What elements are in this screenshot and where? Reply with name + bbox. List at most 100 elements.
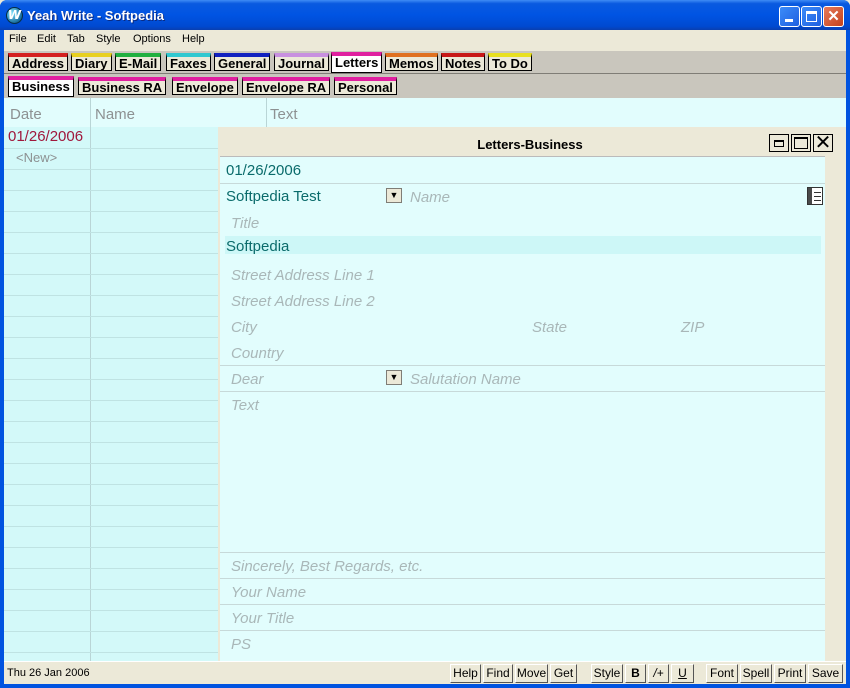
letter-close-button[interactable]: ✕ bbox=[813, 133, 833, 153]
list-row-line bbox=[4, 337, 218, 338]
find-button[interactable]: Find bbox=[483, 664, 513, 683]
client-area: File Edit Tab Style Options Help Address… bbox=[4, 30, 846, 684]
recipient-dropdown-button[interactable]: ▼ bbox=[386, 188, 402, 203]
tab-memos[interactable]: Memos bbox=[385, 53, 438, 71]
save-button[interactable]: Save bbox=[808, 664, 843, 683]
tab-business-ra[interactable]: Business RA bbox=[78, 77, 167, 95]
menu-tab[interactable]: Tab bbox=[67, 33, 85, 45]
title-field[interactable]: Title bbox=[231, 215, 259, 232]
list-row-line bbox=[4, 169, 218, 170]
letter-date-field[interactable]: 01/26/2006 bbox=[226, 162, 301, 179]
closing-field[interactable]: Sincerely, Best Regards, etc. bbox=[231, 558, 423, 575]
menu-options[interactable]: Options bbox=[133, 33, 171, 45]
column-date[interactable]: Date bbox=[10, 106, 42, 123]
tab-journal[interactable]: Journal bbox=[274, 53, 329, 71]
tab-general[interactable]: General bbox=[214, 53, 271, 71]
list-row-line bbox=[4, 505, 218, 506]
list-row-line bbox=[4, 316, 218, 317]
chevron-down-icon: ▼ bbox=[389, 190, 399, 200]
your-name-field[interactable]: Your Name bbox=[231, 584, 306, 601]
letter-title-bar: Letters-Business ✕ bbox=[220, 130, 833, 157]
title-bar[interactable]: W Yeah Write - Softpedia ✕ bbox=[0, 0, 850, 30]
tab-personal[interactable]: Personal bbox=[334, 77, 397, 95]
print-button[interactable]: Print bbox=[774, 664, 806, 683]
zip-field[interactable]: ZIP bbox=[681, 319, 704, 336]
chevron-down-icon: ▼ bbox=[389, 372, 399, 382]
minimize-button[interactable] bbox=[779, 6, 800, 27]
move-button[interactable]: Move bbox=[515, 664, 548, 683]
minimize-icon bbox=[785, 19, 793, 22]
tab-faxes[interactable]: Faxes bbox=[166, 53, 211, 71]
divider bbox=[220, 630, 825, 631]
font-button[interactable]: Font bbox=[706, 664, 738, 683]
book-line bbox=[814, 200, 821, 201]
italic-button[interactable]: /+ bbox=[648, 664, 669, 683]
book-line bbox=[814, 196, 821, 197]
menu-style[interactable]: Style bbox=[96, 33, 120, 45]
letter-minimize-button[interactable] bbox=[769, 134, 789, 152]
tab-envelope[interactable]: Envelope bbox=[172, 77, 238, 95]
maximize-button[interactable] bbox=[801, 6, 822, 27]
window-title: Yeah Write - Softpedia bbox=[27, 8, 165, 23]
your-title-field[interactable]: Your Title bbox=[231, 610, 294, 627]
body-text-field[interactable]: Text bbox=[231, 397, 259, 414]
dear-field[interactable]: Dear bbox=[231, 371, 264, 388]
book-spine bbox=[808, 188, 812, 204]
status-bar: Thu 26 Jan 2006 Help Find Move Get Style… bbox=[4, 661, 846, 684]
maximize-icon bbox=[794, 137, 808, 149]
tab-address[interactable]: Address bbox=[8, 53, 69, 71]
list-row-line bbox=[4, 484, 218, 485]
spell-button[interactable]: Spell bbox=[740, 664, 772, 683]
divider bbox=[220, 604, 825, 605]
list-item-date[interactable]: 01/26/2006 bbox=[8, 128, 83, 145]
menu-help[interactable]: Help bbox=[182, 33, 205, 45]
country-field[interactable]: Country bbox=[231, 345, 284, 362]
company-field[interactable]: Softpedia bbox=[226, 238, 289, 255]
column-divider bbox=[90, 98, 91, 127]
tab-todo[interactable]: To Do bbox=[488, 53, 532, 71]
list-row-line bbox=[4, 526, 218, 527]
list-row-line bbox=[4, 253, 218, 254]
new-item[interactable]: <New> bbox=[16, 150, 57, 165]
letter-maximize-button[interactable] bbox=[791, 134, 811, 152]
dear-dropdown-button[interactable]: ▼ bbox=[386, 370, 402, 385]
street1-field[interactable]: Street Address Line 1 bbox=[231, 267, 375, 284]
list-row-line bbox=[4, 274, 218, 275]
help-button[interactable]: Help bbox=[450, 664, 481, 683]
list-header: Date Name Text bbox=[4, 98, 846, 127]
ps-field[interactable]: PS bbox=[231, 636, 251, 653]
tab-business[interactable]: Business bbox=[8, 76, 74, 97]
category-tabs: Address Diary E-Mail Faxes General Journ… bbox=[4, 51, 846, 74]
divider bbox=[220, 391, 825, 392]
book-line bbox=[814, 192, 821, 193]
app-window: W Yeah Write - Softpedia ✕ File Edit Tab… bbox=[0, 0, 850, 688]
style-button[interactable]: Style bbox=[591, 664, 623, 683]
tab-diary[interactable]: Diary bbox=[71, 53, 112, 71]
close-button[interactable]: ✕ bbox=[823, 6, 844, 27]
tab-letters[interactable]: Letters bbox=[331, 52, 383, 73]
menu-file[interactable]: File bbox=[9, 33, 27, 45]
column-text[interactable]: Text bbox=[270, 106, 298, 123]
get-button[interactable]: Get bbox=[550, 664, 577, 683]
tab-email[interactable]: E-Mail bbox=[115, 53, 162, 71]
state-field[interactable]: State bbox=[532, 319, 567, 336]
city-field[interactable]: City bbox=[231, 319, 257, 336]
street2-field[interactable]: Street Address Line 2 bbox=[231, 293, 375, 310]
bold-button[interactable]: B bbox=[625, 664, 646, 683]
list-row-line bbox=[4, 421, 218, 422]
recipient-field[interactable]: Softpedia Test bbox=[226, 188, 321, 205]
list-row-line bbox=[4, 358, 218, 359]
tab-envelope-ra[interactable]: Envelope RA bbox=[242, 77, 331, 95]
maximize-icon bbox=[806, 11, 817, 22]
list-row-line bbox=[4, 442, 218, 443]
salutation-field[interactable]: Salutation Name bbox=[410, 371, 521, 388]
underline-button[interactable]: U bbox=[671, 664, 694, 683]
column-name[interactable]: Name bbox=[95, 106, 135, 123]
address-book-icon[interactable] bbox=[807, 187, 823, 205]
list-row-line bbox=[4, 568, 218, 569]
menu-edit[interactable]: Edit bbox=[37, 33, 56, 45]
tab-notes[interactable]: Notes bbox=[441, 53, 486, 71]
company-field-highlight bbox=[225, 236, 821, 254]
name-field[interactable]: Name bbox=[410, 189, 450, 206]
letter-title: Letters-Business bbox=[477, 137, 583, 152]
